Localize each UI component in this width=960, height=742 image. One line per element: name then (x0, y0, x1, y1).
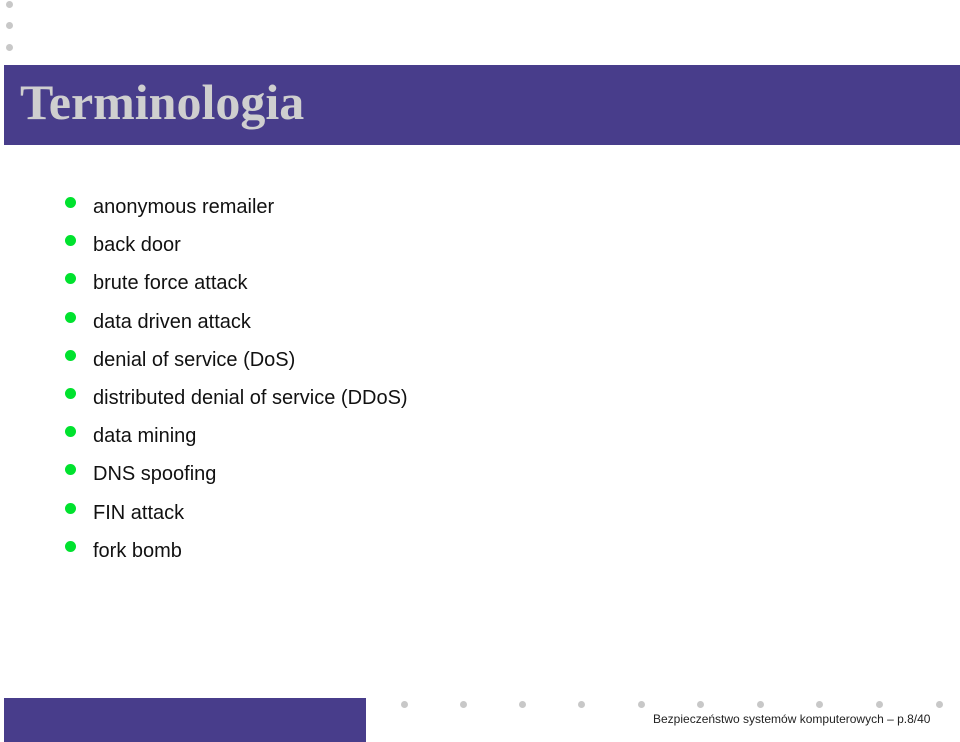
nav-dot-icon[interactable] (6, 22, 13, 29)
bullet-icon (65, 426, 76, 438)
list-item-label: anonymous remailer (93, 196, 275, 218)
bullet-icon (65, 235, 76, 247)
bullet-icon (65, 540, 76, 552)
list-item-label: fork bomb (93, 539, 182, 562)
bullet-icon (65, 502, 76, 514)
list-item-label: brute force attack (93, 272, 248, 295)
list-item-label: data mining (93, 425, 197, 448)
nav-dot-icon[interactable] (876, 701, 883, 708)
nav-dot-icon[interactable] (401, 701, 408, 708)
nav-dot-icon[interactable] (638, 701, 645, 708)
nav-dot-icon[interactable] (6, 44, 13, 51)
list-item-label: data driven attack (93, 310, 251, 333)
nav-dot-icon[interactable] (697, 701, 704, 708)
nav-dot-icon[interactable] (936, 701, 943, 708)
list-item-label: back door (93, 234, 181, 257)
nav-dot-icon[interactable] (6, 1, 13, 8)
bullet-icon (65, 197, 76, 208)
title-bar: Terminologia (4, 65, 960, 145)
slide-title: Terminologia (20, 74, 305, 130)
nav-dot-icon[interactable] (578, 701, 585, 708)
bullet-icon (65, 273, 76, 285)
nav-dot-icon[interactable] (757, 701, 764, 708)
list-item-label: distributed denial of service (DDoS) (93, 386, 408, 409)
bullet-icon (65, 464, 76, 476)
list-item-label: denial of service (DoS) (93, 348, 296, 371)
nav-dot-icon[interactable] (519, 701, 526, 708)
footer-bar (4, 698, 366, 742)
nav-dot-icon[interactable] (460, 701, 467, 708)
list-item-label: DNS spoofing (93, 463, 217, 486)
bullet-icon (65, 387, 76, 399)
list-item-label: FIN attack (93, 501, 185, 524)
footer-page-info: Bezpieczeństwo systemów komputerowych – … (653, 712, 931, 726)
bullet-icon (65, 311, 76, 323)
bullet-icon (65, 349, 76, 361)
nav-dot-icon[interactable] (816, 701, 823, 708)
